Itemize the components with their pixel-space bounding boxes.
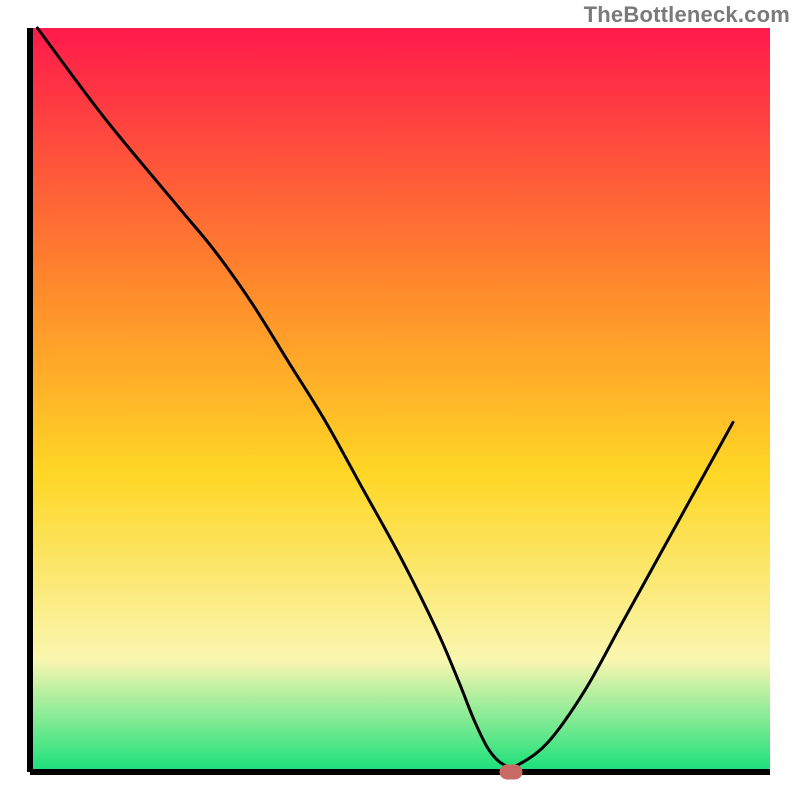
bottleneck-chart: [0, 0, 800, 800]
chart-frame: TheBottleneck.com: [0, 0, 800, 800]
optimum-marker: [500, 765, 522, 779]
gradient-background: [30, 28, 770, 772]
plot-area: [30, 28, 770, 779]
